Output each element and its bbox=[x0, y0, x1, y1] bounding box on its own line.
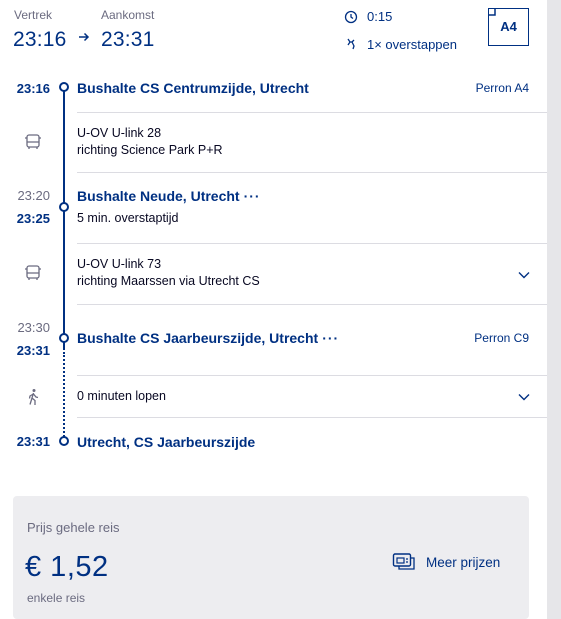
stop-name[interactable]: Bushalte CS Jaarbeurszijde, Utrecht ··· bbox=[77, 330, 339, 346]
divider bbox=[77, 375, 547, 376]
more-icon[interactable]: ··· bbox=[244, 188, 261, 204]
stop-node bbox=[59, 333, 69, 343]
leg-line: U-OV U-link 28 bbox=[77, 126, 162, 140]
transfer-icon bbox=[347, 38, 355, 50]
arrival-time: 23:31 bbox=[101, 28, 155, 51]
route-line bbox=[63, 88, 65, 350]
clock-icon bbox=[344, 10, 358, 24]
more-prices-link[interactable]: Meer prijzen bbox=[392, 551, 500, 573]
stop-name[interactable]: Bushalte Neude, Utrecht ··· bbox=[77, 188, 261, 204]
leg-line: U-OV U-link 73 bbox=[77, 257, 162, 271]
divider bbox=[77, 417, 547, 418]
transfer-time: 5 min. overstaptijd bbox=[77, 211, 179, 225]
chevron-down-icon[interactable] bbox=[518, 271, 530, 279]
stop-platform: Perron A4 bbox=[475, 81, 529, 95]
departure-time: 23:16 bbox=[13, 28, 67, 51]
arrow-right-icon bbox=[79, 32, 90, 42]
journey-detail-panel: Vertrek Aankomst 23:16 23:31 0:15 1× ove… bbox=[0, 0, 547, 619]
walk-duration[interactable]: 0 minuten lopen bbox=[77, 388, 166, 405]
stop-arrival-time: 23:20 bbox=[17, 188, 50, 203]
transfers-count: 1× overstappen bbox=[367, 37, 457, 52]
ticket-icon bbox=[392, 553, 415, 570]
stop-time: 23:16 bbox=[16, 81, 50, 96]
price-label: Prijs gehele reis bbox=[27, 520, 120, 535]
platform-badge-text: A4 bbox=[500, 19, 517, 34]
more-prices-label: Meer prijzen bbox=[426, 554, 501, 570]
platform-badge: A4 bbox=[487, 7, 529, 46]
bus-icon bbox=[25, 265, 41, 280]
stop-departure-time: 23:31 bbox=[16, 343, 50, 358]
scrollbar[interactable] bbox=[547, 0, 561, 619]
stop-arrival-time: 23:30 bbox=[17, 320, 50, 335]
more-icon[interactable]: ··· bbox=[322, 330, 339, 346]
ticket-type: enkele reis bbox=[27, 591, 86, 605]
divider bbox=[77, 304, 547, 305]
stop-name[interactable]: Utrecht, CS Jaarbeurszijde bbox=[77, 434, 255, 450]
duration: 0:15 bbox=[367, 9, 393, 24]
walk-line bbox=[63, 352, 65, 440]
divider bbox=[77, 172, 547, 173]
stop-name[interactable]: Bushalte CS Centrumzijde, Utrecht bbox=[77, 80, 309, 96]
divider bbox=[77, 243, 547, 244]
leg-direction: richting Maarssen via Utrecht CS bbox=[77, 274, 260, 288]
chevron-down-icon[interactable] bbox=[518, 393, 530, 401]
leg-info[interactable]: U-OV U-link 73 richting Maarssen via Utr… bbox=[77, 256, 260, 290]
departure-label: Vertrek bbox=[14, 8, 53, 22]
stop-platform: Perron C9 bbox=[474, 331, 529, 345]
arrival-label: Aankomst bbox=[101, 8, 155, 22]
stop-node bbox=[59, 82, 69, 92]
stop-node bbox=[59, 436, 69, 446]
stop-time: 23:31 bbox=[16, 434, 50, 449]
walk-icon bbox=[28, 389, 39, 405]
stop-node bbox=[59, 202, 69, 212]
leg-direction: richting Science Park P+R bbox=[77, 143, 223, 157]
divider bbox=[77, 112, 547, 113]
stop-departure-time: 23:25 bbox=[16, 211, 50, 226]
price-card: Prijs gehele reis € 1,52 enkele reis Mee… bbox=[13, 496, 529, 619]
price-amount: € 1,52 bbox=[25, 551, 109, 583]
bus-icon bbox=[25, 134, 41, 149]
leg-info: U-OV U-link 28 richting Science Park P+R bbox=[77, 125, 223, 159]
